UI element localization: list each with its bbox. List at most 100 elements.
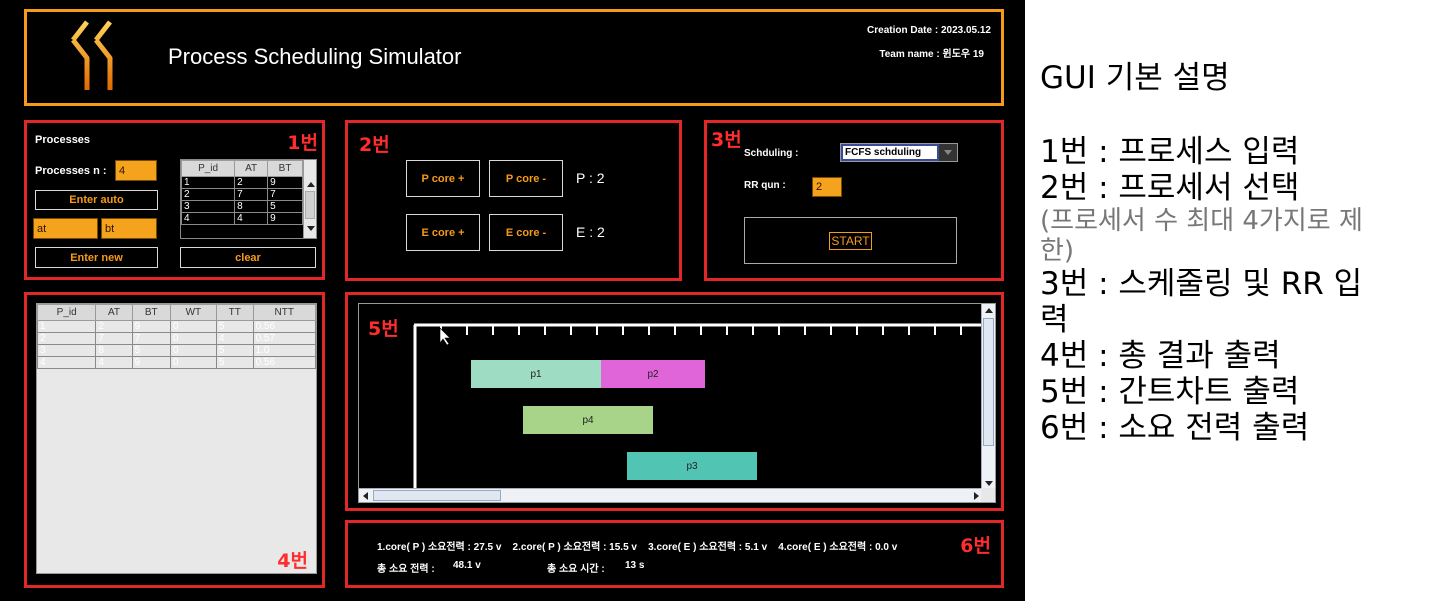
results-table-cell[interactable]: 5 — [215, 356, 254, 369]
results-table-header-tt[interactable]: TT — [215, 304, 254, 321]
process-table-row[interactable]: 385 — [181, 200, 303, 213]
results-table-cell[interactable]: 8 — [95, 344, 133, 357]
scroll-right-arrow-icon[interactable] — [974, 492, 979, 500]
results-table-cell[interactable]: 0.56 — [252, 356, 316, 369]
results-table-cell[interactable]: 9 — [131, 320, 171, 333]
simulator-window: Process Scheduling Simulator Creation Da… — [0, 0, 1025, 601]
results-table-cell[interactable]: 0 — [169, 356, 217, 369]
description-item-4: 4번 : 총 결과 출력 — [1040, 338, 1281, 374]
results-table-cell[interactable]: 9 — [131, 356, 171, 369]
enter-auto-button[interactable]: Enter auto — [35, 190, 158, 210]
process-table-cell[interactable]: 1 — [181, 176, 236, 189]
results-table-cell[interactable]: 7 — [95, 332, 133, 345]
results-table-header-ntt[interactable]: NTT — [252, 304, 316, 321]
process-table-cell[interactable]: 5 — [267, 200, 303, 213]
total-power-value: 48.1 v — [453, 560, 481, 571]
process-table-cell[interactable]: 2 — [234, 176, 269, 189]
burst-time-input[interactable]: bt — [101, 218, 157, 239]
scheduling-select[interactable]: FCFS schduling — [840, 143, 958, 162]
arrival-time-input[interactable]: at — [33, 218, 98, 239]
processor-select-panel: 2번 P core + P core - P : 2 E core + E co… — [345, 120, 682, 281]
process-table-header-bt[interactable]: BT — [267, 160, 303, 177]
section-number-2: 2번 — [359, 134, 390, 156]
scroll-up-arrow-icon[interactable] — [985, 308, 993, 313]
process-table-cell[interactable]: 8 — [234, 200, 269, 213]
results-table-cell[interactable]: 4 — [215, 332, 254, 345]
process-table-cell[interactable]: 7 — [267, 188, 303, 201]
results-table-row[interactable]: 1 2 9 0 5 0.56 — [37, 320, 316, 333]
results-table-header-p-id[interactable]: P_id — [37, 304, 97, 321]
results-table-cell[interactable]: 2 — [95, 320, 133, 333]
process-table-cell[interactable]: 4 — [234, 212, 269, 225]
gantt-horizontal-scrollbar[interactable] — [359, 488, 983, 502]
e-core-count: E : 2 — [576, 224, 605, 240]
enter-new-button[interactable]: Enter new — [35, 247, 158, 268]
rr-quantum-input[interactable]: 2 — [812, 177, 842, 197]
results-table-cell[interactable]: 5 — [215, 320, 254, 333]
process-table-row[interactable]: 129 — [181, 176, 303, 189]
results-table-cell[interactable]: 1 — [37, 320, 97, 333]
results-table-header-bt[interactable]: BT — [131, 304, 171, 321]
header-panel: Process Scheduling Simulator Creation Da… — [24, 9, 1004, 106]
process-table-cell[interactable]: 3 — [181, 200, 236, 213]
section-number-6: 6번 — [960, 535, 991, 557]
results-table-cell[interactable]: 0 — [169, 320, 217, 333]
results-table-cell[interactable]: 0.56 — [252, 320, 316, 333]
results-table-row[interactable]: 4 4 9 0 5 0.56 — [37, 356, 316, 369]
total-time-value: 13 s — [625, 560, 645, 571]
chevron-down-icon[interactable] — [939, 144, 957, 161]
results-table-header-wt[interactable]: WT — [169, 304, 217, 321]
description-item-3a: 3번 : 스케줄링 및 RR 입 — [1040, 266, 1363, 302]
p-core-add-button[interactable]: P core + — [406, 160, 480, 197]
results-table-cell[interactable]: 4 — [37, 356, 97, 369]
scroll-up-arrow-icon[interactable] — [307, 182, 315, 187]
scroll-down-arrow-icon[interactable] — [985, 481, 993, 486]
total-time-label: 총 소요 시간 : — [547, 564, 605, 575]
results-table-cell[interactable]: 5 — [215, 344, 254, 357]
results-table-row[interactable]: 2 7 7 0 4 0.57 — [37, 332, 316, 345]
results-table-cell[interactable]: 0.57 — [252, 332, 316, 345]
creation-date: Creation Date : 2023.05.12 — [867, 25, 991, 36]
results-table-row[interactable]: 3 8 5 0 5 1.0 — [37, 344, 316, 357]
process-table-cell[interactable]: 7 — [234, 188, 269, 201]
process-table-header-at[interactable]: AT — [234, 160, 269, 177]
results-table-header-at[interactable]: AT — [95, 304, 133, 321]
clear-button[interactable]: clear — [180, 247, 316, 268]
process-table-row[interactable]: 277 — [181, 188, 303, 201]
p-core-remove-button[interactable]: P core - — [489, 160, 563, 197]
processes-n-input[interactable]: 4 — [115, 160, 157, 181]
section-number-1: 1번 — [287, 132, 318, 154]
start-button[interactable]: START — [744, 217, 957, 264]
results-table-cell[interactable]: 2 — [37, 332, 97, 345]
process-table-cell[interactable]: 9 — [267, 176, 303, 189]
results-table-cell[interactable]: 5 — [131, 344, 171, 357]
e-core-remove-button[interactable]: E core - — [489, 214, 563, 251]
results-table-cell[interactable]: 3 — [37, 344, 97, 357]
gui-description: GUI 기본 설명 1번 : 프로세스 입력 2번 : 프로세서 선택 (프로세… — [1040, 60, 1450, 446]
results-table-cell[interactable]: 7 — [131, 332, 171, 345]
results-table-cell[interactable]: 1.0 — [252, 344, 316, 357]
p-core-count: P : 2 — [576, 170, 605, 186]
e-core-add-button[interactable]: E core + — [406, 214, 480, 251]
gantt-vertical-scrollbar[interactable] — [981, 304, 995, 490]
process-table-cell[interactable]: 2 — [181, 188, 236, 201]
scroll-thumb[interactable] — [305, 191, 315, 219]
gantt-bar-p3: p3 — [627, 452, 757, 480]
process-table-scrollbar[interactable] — [303, 160, 316, 238]
results-table-cell[interactable]: 4 — [95, 356, 133, 369]
process-table-row[interactable]: 449 — [181, 212, 303, 225]
description-item-3b: 력 — [1040, 302, 1069, 338]
horizontal-scroll-thumb[interactable] — [373, 490, 501, 501]
description-item-6: 6번 : 소요 전력 출력 — [1040, 410, 1310, 446]
results-table-cell[interactable]: 0 — [169, 332, 217, 345]
scroll-left-arrow-icon[interactable] — [363, 492, 368, 500]
process-table-header-p-id[interactable]: P_id — [181, 160, 236, 177]
power-output-panel: 1.core( P ) 소요전력 : 27.5 v 2.core( P ) 소요… — [345, 520, 1004, 588]
start-button-label: START — [829, 231, 872, 250]
scroll-down-arrow-icon[interactable] — [307, 226, 315, 231]
vertical-scroll-thumb[interactable] — [983, 318, 994, 446]
description-note-line-1: (프로세서 수 최대 4가지로 제 — [1040, 206, 1363, 236]
results-table-cell[interactable]: 0 — [169, 344, 217, 357]
process-table-cell[interactable]: 4 — [181, 212, 236, 225]
process-table-cell[interactable]: 9 — [267, 212, 303, 225]
